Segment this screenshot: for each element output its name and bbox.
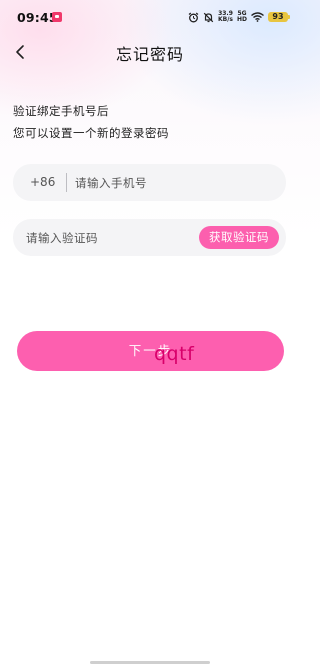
phone-number-input[interactable] [75,164,275,201]
home-indicator[interactable] [90,661,210,664]
next-step-button[interactable]: 下一步 [17,331,284,371]
status-icons: 33.9 KB/s 5G HD 93 [188,10,290,24]
battery-indicator: 93 [268,12,290,22]
page-title: 忘记密码 [115,45,184,64]
wifi-icon [251,12,264,22]
verification-code-field: 获取验证码 [13,219,286,256]
network-speed: 33.9 KB/s [218,11,233,23]
network-speed-unit: KB/s [217,16,233,23]
verification-code-input[interactable] [26,219,196,256]
description-line-2: 您可以设置一个新的登录密码 [13,126,169,140]
phone-field: +86 [13,164,286,201]
field-divider [66,173,67,192]
app-notification-icon [52,12,62,22]
network-generation: 5G HD [237,11,247,23]
country-code-selector[interactable]: +86 [30,164,55,201]
alarm-icon [188,12,199,22]
status-bar: 09:45 33.9 KB/s 5G HD 93 [0,0,300,34]
network-gen-sub: HD [236,16,247,23]
get-code-button[interactable]: 获取验证码 [199,226,279,249]
description-line-1: 验证绑定手机号后 [13,104,109,118]
bell-off-icon [203,12,214,22]
description: 验证绑定手机号后 您可以设置一个新的登录密码 [13,100,169,144]
